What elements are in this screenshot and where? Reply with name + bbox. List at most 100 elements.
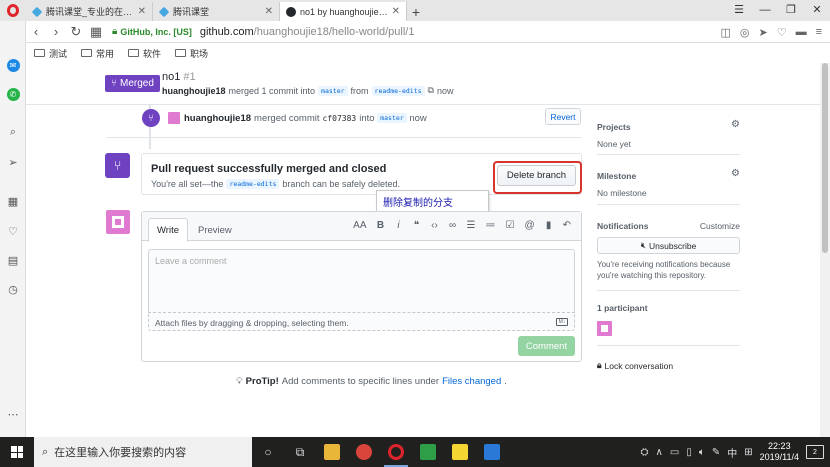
saved-reply-icon[interactable]: ▮ [545, 220, 553, 231]
bookmark-folder[interactable]: 软件 [128, 47, 161, 60]
start-button[interactable] [0, 437, 34, 467]
opera-taskbar-icon[interactable] [380, 437, 412, 467]
merge-branch-label[interactable]: master [377, 113, 407, 123]
quote-icon[interactable]: ❝ [413, 220, 421, 231]
pen-icon[interactable]: ✎ [712, 447, 720, 458]
history-clock-icon[interactable]: ◷ [6, 282, 20, 296]
link-icon[interactable]: ∞ [449, 220, 457, 231]
pr-author-link[interactable]: huanghoujie18 [162, 86, 226, 96]
close-tab-icon[interactable]: ✕ [138, 6, 146, 17]
tab-preview[interactable]: Preview [190, 218, 240, 242]
speed-dial-grid-icon[interactable]: ▦ [6, 194, 20, 208]
taskbar-search-box[interactable]: ⌕ 在这里输入你要搜索的内容 [34, 437, 252, 467]
easy-setup-icon[interactable]: ▬ [796, 26, 807, 38]
tab-write[interactable]: Write [148, 218, 188, 242]
new-tab-button[interactable]: + [407, 2, 425, 21]
search-icon: ⌕ [42, 445, 49, 458]
avatar[interactable] [106, 210, 130, 234]
close-tab-icon[interactable]: ✕ [265, 6, 273, 17]
files-changed-link[interactable]: Files changed [442, 376, 501, 387]
revert-button[interactable]: Revert [545, 108, 581, 125]
base-branch-label[interactable]: master [318, 85, 348, 96]
commit-sha-link[interactable]: cf07383 [323, 114, 357, 123]
network-icon[interactable]: ▯ [686, 447, 692, 458]
close-window-icon[interactable]: ✕ [804, 0, 830, 21]
url-field[interactable]: 🔒︎ GitHub, Inc. [US] github.com/huanghou… [112, 26, 414, 38]
bold-icon[interactable]: B [377, 220, 385, 231]
folder-icon [81, 49, 93, 57]
vpn-icon[interactable]: ◎ [740, 26, 750, 39]
protip-label: ProTip! [245, 376, 279, 387]
bookmarks-heart-icon[interactable]: ♡ [6, 224, 20, 238]
bullet-list-icon[interactable]: ☰ [467, 220, 476, 231]
ime-indicator[interactable]: 中 [727, 445, 737, 460]
sticky-notes-icon[interactable] [444, 437, 476, 467]
reply-icon[interactable]: ↶ [563, 220, 571, 231]
minimize-icon[interactable]: — [752, 0, 778, 21]
avatar[interactable] [168, 112, 180, 124]
editor-app-icon[interactable] [476, 437, 508, 467]
news-icon[interactable]: ▤ [6, 253, 20, 267]
browser-tab-1[interactable]: 腾讯课堂_专业的在线教育 ✕ [26, 2, 153, 21]
show-hidden-icons[interactable]: ∧ [656, 447, 663, 458]
flow-send-icon[interactable]: ➢ [6, 155, 20, 169]
merge-user-link[interactable]: huanghoujie18 [184, 113, 251, 124]
italic-icon[interactable]: i [395, 220, 403, 231]
gear-icon[interactable]: ⚙ [731, 119, 740, 130]
cortana-icon[interactable]: ○ [252, 437, 284, 467]
text-size-icon[interactable]: AA [353, 220, 366, 231]
heart-icon[interactable]: ♡ [777, 26, 787, 39]
delete-branch-button[interactable]: Delete branch [497, 165, 576, 186]
avatar[interactable] [597, 321, 612, 336]
bookmark-folder[interactable]: 职场 [175, 47, 208, 60]
system-clock[interactable]: 22:23 2019/11/4 [760, 441, 799, 463]
close-tab-icon[interactable]: ✕ [392, 6, 400, 17]
file-explorer-icon[interactable] [316, 437, 348, 467]
mention-icon[interactable]: @ [524, 220, 534, 231]
chrome-icon[interactable] [348, 437, 380, 467]
speed-dial-icon[interactable]: ▦ [86, 24, 106, 40]
task-view-icon[interactable]: ⧉ [284, 437, 316, 467]
opera-menu-button[interactable] [0, 0, 26, 21]
lock-conversation-link[interactable]: 🔒︎ Lock conversation [597, 360, 673, 371]
back-icon[interactable]: ‹ [26, 24, 46, 39]
reload-icon[interactable]: ↻ [66, 24, 86, 40]
people-icon[interactable]: ⛭ [641, 447, 649, 458]
snapshot-icon[interactable]: ◫ [720, 26, 730, 39]
send-icon[interactable]: ➤ [758, 26, 767, 39]
projects-label[interactable]: Projects [597, 122, 631, 132]
maximize-icon[interactable]: ❐ [778, 0, 804, 21]
browser-tab-2[interactable]: 腾讯课堂 ✕ [153, 2, 280, 21]
milestone-label[interactable]: Milestone [597, 171, 636, 181]
code-icon[interactable]: ‹› [431, 220, 439, 231]
head-branch-label[interactable]: readme-edits [371, 85, 425, 96]
menu-icon[interactable]: ≡ [816, 26, 822, 38]
gear-icon[interactable]: ⚙ [731, 168, 740, 179]
browser-tab-3[interactable]: no1 by huanghoujie18 ✕ [280, 2, 407, 21]
tab-menu-icon[interactable]: ☰ [726, 0, 752, 21]
volume-icon[interactable]: 🔈︎ [699, 447, 705, 458]
input-mode-icon[interactable]: ⊞ [744, 447, 752, 458]
customize-link[interactable]: Customize [700, 221, 740, 231]
comment-textarea[interactable]: Leave a comment [148, 249, 575, 312]
more-options-icon[interactable]: ⋯ [6, 407, 20, 421]
search-icon[interactable]: ⌕ [6, 125, 20, 139]
forward-icon[interactable]: › [46, 24, 66, 39]
bookmark-folder[interactable]: 常用 [81, 47, 114, 60]
messenger-icon[interactable]: ✉ [6, 58, 20, 72]
copy-clipboard-icon[interactable]: ⧉ [428, 85, 434, 96]
battery-icon[interactable]: ▭ [670, 447, 679, 458]
unsubscribe-button[interactable]: 🔇︎ Unsubscribe [597, 237, 740, 254]
task-list-icon[interactable]: ☑ [505, 220, 514, 231]
merged-label: Merged [120, 78, 154, 89]
tencent-classroom-icon [158, 6, 170, 17]
bookmark-folder[interactable]: 测试 [34, 47, 67, 60]
page-scrollbar[interactable] [820, 63, 830, 437]
whatsapp-icon[interactable]: ✆ [6, 87, 20, 101]
comment-button[interactable]: Comment [518, 336, 575, 356]
attach-files-bar[interactable]: Attach files by dragging & dropping, sel… [148, 312, 575, 331]
action-center-button[interactable]: 2 [806, 445, 824, 459]
numbered-list-icon[interactable]: ≔ [485, 220, 495, 231]
scrollbar-thumb[interactable] [822, 63, 828, 253]
app-icon[interactable] [412, 437, 444, 467]
